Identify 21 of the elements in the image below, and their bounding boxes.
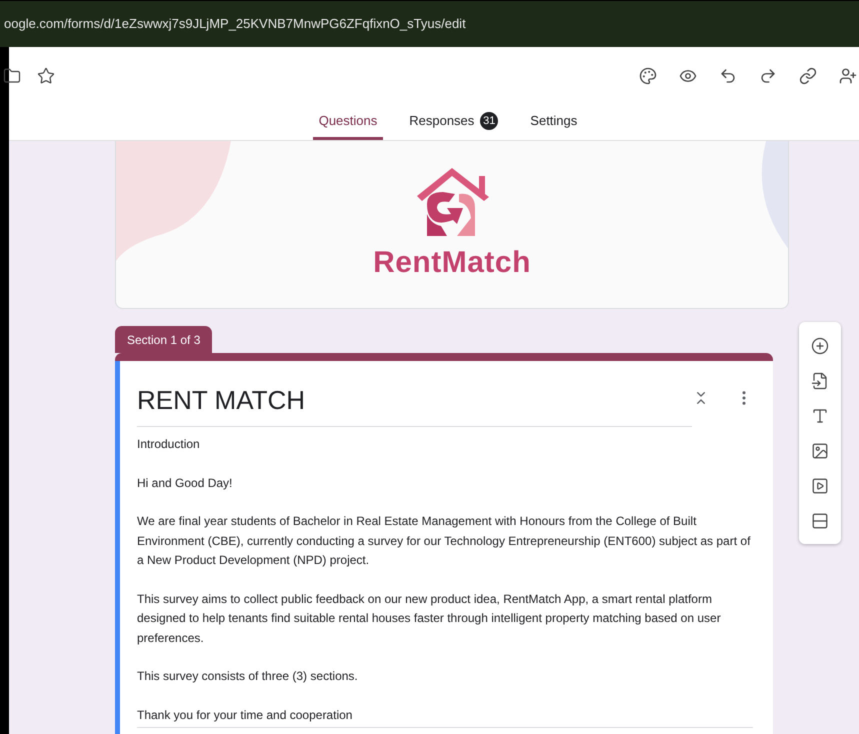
tab[interactable]: Responses 31: [403, 105, 504, 140]
import-icon[interactable]: [811, 372, 829, 390]
link-icon[interactable]: [799, 67, 817, 85]
preview-icon[interactable]: [679, 67, 697, 85]
title-icon[interactable]: [811, 406, 829, 424]
palette-icon[interactable]: [639, 67, 657, 85]
add-person-icon[interactable]: [839, 67, 857, 85]
section-icon[interactable]: [811, 512, 829, 530]
image-icon[interactable]: [811, 442, 829, 460]
logo-text: RentMatch: [373, 245, 531, 281]
tab[interactable]: Settings: [524, 105, 584, 140]
description-field[interactable]: Introduction Hi and Good Day! We are final year students of Bachelor in Real Estate Management with Honours from the College of Built Environment (CBE), currently conducting a survey for our Technology Entrepreneurship (ENT600) subject as part of a New Product Development (NPD) project. This survey aims to collect public feedback on our new product idea, RentMatch App, a smart rental platform designed to help tenants find suitable rental houses faster through intelligent property matching based on user preferences. This survey consists of three (3) sections. Thank you for your time and cooperation: [137, 435, 753, 728]
video-icon[interactable]: [811, 476, 829, 494]
folder-icon[interactable]: [3, 67, 21, 85]
add-question-icon[interactable]: [811, 336, 829, 354]
response-count: 31: [480, 112, 498, 130]
undo-icon[interactable]: [719, 67, 737, 85]
address-bar[interactable]: oogle.com/forms/d/1eZswwxj7s9JLjMP_25KVNB7MnwPG6ZFqfixnO_sTyus/edit: [0, 1, 859, 47]
form-title-field[interactable]: RENT MATCH: [137, 381, 692, 427]
redo-icon[interactable]: [759, 67, 777, 85]
star-icon[interactable]: [37, 67, 55, 85]
